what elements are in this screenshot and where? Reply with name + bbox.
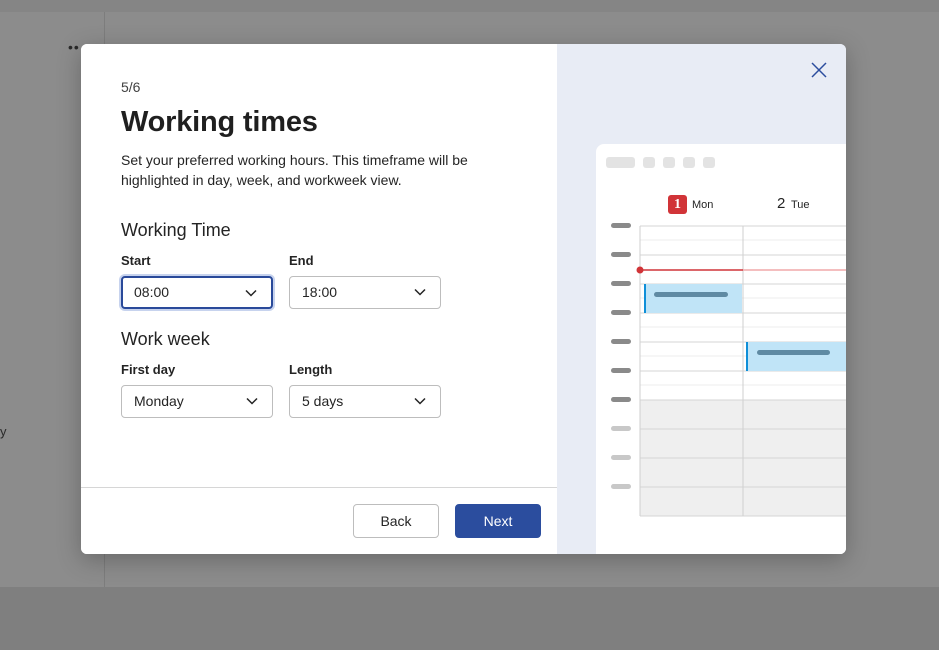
background-footer <box>0 587 939 650</box>
chevron-down-icon <box>414 397 426 405</box>
chevron-down-icon <box>414 288 426 296</box>
background-topbar <box>0 0 939 12</box>
calendar-preview: 1 Mon 2 Tue <box>596 144 846 554</box>
chevron-down-icon <box>246 397 258 405</box>
start-label: Start <box>121 253 151 268</box>
chevron-down-icon <box>245 289 257 297</box>
dialog-description: Set your preferred working hours. This t… <box>121 152 468 188</box>
time-markers <box>611 223 631 402</box>
end-time-select[interactable]: 18:00 <box>289 276 441 309</box>
dialog-title: Working times <box>121 106 318 138</box>
footer-divider <box>81 487 557 488</box>
now-dot <box>636 266 644 274</box>
event-accent-tue <box>746 342 748 371</box>
event-title-placeholder <box>654 292 728 297</box>
event-block-mon <box>644 284 742 313</box>
step-indicator: 5/6 <box>121 79 141 95</box>
end-time-value: 18:00 <box>302 284 338 300</box>
next-button[interactable]: Next <box>455 504 541 538</box>
back-button[interactable]: Back <box>353 504 439 538</box>
time-markers-off <box>611 426 631 489</box>
event-title-placeholder <box>757 350 830 355</box>
first-day-select[interactable]: Monday <box>121 385 273 418</box>
calendar-grid <box>611 223 846 517</box>
working-time-heading: Working Time <box>121 220 231 240</box>
settings-pane: 5/6 Working times Set your preferred wor… <box>81 44 557 554</box>
start-time-select[interactable]: 08:00 <box>121 276 273 309</box>
end-label: End <box>289 253 314 268</box>
preview-pane: 1 Mon 2 Tue <box>557 44 846 554</box>
work-week-heading: Work week <box>121 329 210 349</box>
first-day-value: Monday <box>134 393 184 409</box>
event-block-tue <box>746 342 846 371</box>
background-text: y <box>0 424 7 439</box>
first-day-label: First day <box>121 362 176 377</box>
event-accent-mon <box>644 284 646 313</box>
start-time-value: 08:00 <box>134 284 170 300</box>
length-select[interactable]: 5 days <box>289 385 441 418</box>
close-icon[interactable] <box>810 61 828 79</box>
more-options-icon: •• <box>68 39 80 55</box>
working-times-dialog: 5/6 Working times Set your preferred wor… <box>81 44 846 554</box>
length-value: 5 days <box>302 393 344 409</box>
length-label: Length <box>289 362 333 377</box>
